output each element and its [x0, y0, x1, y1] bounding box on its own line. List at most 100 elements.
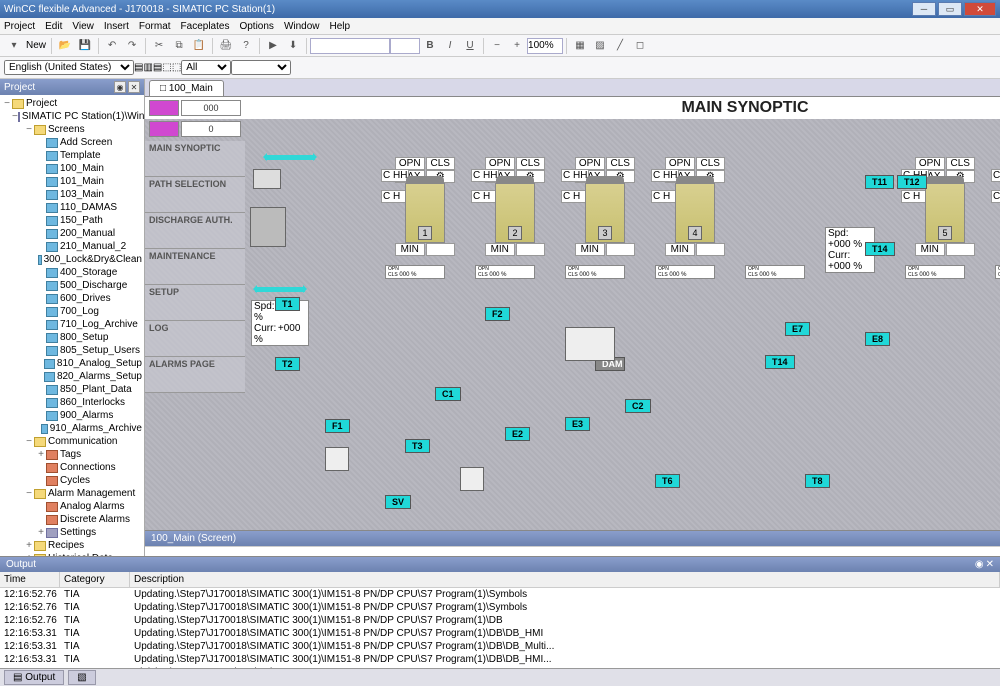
new-button[interactable]: ▾: [5, 37, 23, 55]
tree-screen-11[interactable]: 500_Discharge: [2, 279, 142, 292]
tag-c2[interactable]: C2: [625, 399, 651, 413]
tag-e7[interactable]: E7: [785, 322, 810, 336]
output-row[interactable]: 12:16:52.76TIAUpdating.\Step7\J170018\SI…: [0, 614, 1000, 627]
tree-screen-8[interactable]: 210_Manual_2: [2, 240, 142, 253]
panel-close-icon[interactable]: ✕: [128, 81, 140, 93]
tree-screen-21[interactable]: 900_Alarms: [2, 409, 142, 422]
bold-icon[interactable]: B: [421, 37, 439, 55]
tag-e2[interactable]: E2: [505, 427, 530, 441]
tree-screen-19[interactable]: 850_Plant_Data: [2, 383, 142, 396]
tree-screen-3[interactable]: 101_Main: [2, 175, 142, 188]
nav-main-synoptic[interactable]: MAIN SYNOPTIC: [145, 141, 245, 177]
nav-maintenance[interactable]: MAINTENANCE: [145, 249, 245, 285]
fill-icon[interactable]: ▨: [591, 37, 609, 55]
nav-log[interactable]: LOG: [145, 321, 245, 357]
tag-t11[interactable]: T12: [897, 175, 927, 189]
layer-select[interactable]: All: [181, 60, 231, 75]
tree-screens[interactable]: −Screens: [2, 123, 142, 136]
zoom-input[interactable]: [527, 38, 563, 54]
tag-e8[interactable]: E8: [865, 332, 890, 346]
output-row[interactable]: 12:16:53.31TIAUpdating.\Step7\J170018\SI…: [0, 640, 1000, 653]
zoom-out-icon[interactable]: −: [488, 37, 506, 55]
nav-setup[interactable]: SETUP: [145, 285, 245, 321]
tree-discrete-alarms[interactable]: Discrete Alarms: [2, 513, 142, 526]
output-row[interactable]: 12:16:52.76TIAUpdating.\Step7\J170018\SI…: [0, 588, 1000, 601]
tree-station[interactable]: −SIMATIC PC Station(1)\WinCC flexib: [2, 110, 142, 123]
underline-icon[interactable]: U: [461, 37, 479, 55]
tree-conns[interactable]: Connections: [2, 461, 142, 474]
tag-t10[interactable]: T11: [865, 175, 894, 189]
tag-e3[interactable]: E3: [565, 417, 590, 431]
tree-screen-10[interactable]: 400_Storage: [2, 266, 142, 279]
output-rows[interactable]: 12:16:52.76TIAUpdating.\Step7\J170018\SI…: [0, 588, 1000, 668]
silo-2[interactable]: OPNCLS MAX⚙ C HHC H 2 MIN: [485, 157, 545, 247]
tag-t14[interactable]: T14: [765, 355, 795, 369]
italic-icon[interactable]: I: [441, 37, 459, 55]
silo-3[interactable]: OPNCLS MAX⚙ C HHC H 3 MIN: [575, 157, 635, 247]
maximize-button[interactable]: ▭: [938, 2, 962, 16]
tree-screen-4[interactable]: 103_Main: [2, 188, 142, 201]
zoom-in-icon[interactable]: +: [508, 37, 526, 55]
tab-100-main[interactable]: □ 100_Main: [149, 80, 224, 96]
tree-screen-6[interactable]: 150_Path: [2, 214, 142, 227]
compile-icon[interactable]: ▶: [264, 37, 282, 55]
save-icon[interactable]: 💾: [76, 37, 94, 55]
output-row[interactable]: 12:16:52.76TIAUpdating.\Step7\J170018\SI…: [0, 601, 1000, 614]
language-select[interactable]: English (United States): [4, 60, 134, 75]
tree-analog-alarms[interactable]: Analog Alarms: [2, 500, 142, 513]
nav-alarms-page[interactable]: ALARMS PAGE: [145, 357, 245, 393]
tree-settings[interactable]: +Settings: [2, 526, 142, 539]
tag-f1[interactable]: F1: [325, 419, 350, 433]
ungroup-icon[interactable]: ⬚: [172, 62, 181, 73]
project-tree[interactable]: −Project−SIMATIC PC Station(1)\WinCC fle…: [0, 95, 144, 556]
tree-screen-7[interactable]: 200_Manual: [2, 227, 142, 240]
tree-tags[interactable]: +Tags: [2, 448, 142, 461]
tree-comm[interactable]: −Communication: [2, 435, 142, 448]
tree-hist[interactable]: +Historical Data: [2, 552, 142, 556]
close-button[interactable]: ✕: [964, 2, 996, 16]
align-center-icon[interactable]: ▥: [143, 62, 152, 73]
tag-t6[interactable]: T6: [655, 474, 680, 488]
redo-icon[interactable]: ↷: [123, 37, 141, 55]
tag-f2[interactable]: F2: [485, 307, 510, 321]
tree-screen-16[interactable]: 805_Setup_Users: [2, 344, 142, 357]
status-tab-2[interactable]: ▧: [68, 670, 95, 685]
panel-pin-icon[interactable]: ◉: [114, 81, 126, 93]
menu-format[interactable]: Format: [139, 21, 171, 32]
tree-recipes[interactable]: +Recipes: [2, 539, 142, 552]
canvas-viewport[interactable]: 000 MAIN SYNOPTIC 0000000 DEBU 0 MAIN SY…: [145, 97, 1000, 530]
silo-4[interactable]: OPNCLS MAX⚙ C HHC H 4 MIN: [665, 157, 725, 247]
filter-select[interactable]: [231, 60, 291, 75]
menu-project[interactable]: Project: [4, 21, 35, 32]
menu-insert[interactable]: Insert: [104, 21, 129, 32]
menu-edit[interactable]: Edit: [45, 21, 62, 32]
paste-icon[interactable]: 📋: [190, 37, 208, 55]
menu-view[interactable]: View: [72, 21, 94, 32]
align-right-icon[interactable]: ▤: [153, 62, 162, 73]
open-icon[interactable]: 📂: [56, 37, 74, 55]
menu-options[interactable]: Options: [239, 21, 273, 32]
silo-1[interactable]: OPNCLS MAX⚙ C HHC H 1 MIN: [395, 157, 455, 247]
tree-screen-15[interactable]: 800_Setup: [2, 331, 142, 344]
tree-screen-18[interactable]: 820_Alarms_Setup: [2, 370, 142, 383]
help-icon[interactable]: ?: [237, 37, 255, 55]
tree-screen-14[interactable]: 710_Log_Archive: [2, 318, 142, 331]
tree-screen-5[interactable]: 110_DAMAS: [2, 201, 142, 214]
nav-discharge-auth-[interactable]: DISCHARGE AUTH.: [145, 213, 245, 249]
tree-screen-12[interactable]: 600_Drives: [2, 292, 142, 305]
tree-screen-2[interactable]: 100_Main: [2, 162, 142, 175]
color-icon[interactable]: ▦: [571, 37, 589, 55]
tree-alm[interactable]: −Alarm Management: [2, 487, 142, 500]
minimize-button[interactable]: ─: [912, 2, 936, 16]
tree-screen-22[interactable]: 910_Alarms_Archive: [2, 422, 142, 435]
group-icon[interactable]: ⬚: [162, 62, 171, 73]
print-icon[interactable]: 🖨: [217, 37, 235, 55]
align-left-icon[interactable]: ▤: [134, 62, 143, 73]
output-row[interactable]: 12:16:53.31TIAUpdating.\Step7\J170018\SI…: [0, 627, 1000, 640]
output-pin-icon[interactable]: ◉: [975, 559, 984, 570]
size-select[interactable]: [390, 38, 420, 54]
tree-screen-0[interactable]: Add Screen: [2, 136, 142, 149]
undo-icon[interactable]: ↶: [103, 37, 121, 55]
tag-t1[interactable]: T1: [275, 297, 300, 311]
design-canvas[interactable]: 000 MAIN SYNOPTIC 0000000 DEBU 0 MAIN SY…: [145, 97, 1000, 530]
